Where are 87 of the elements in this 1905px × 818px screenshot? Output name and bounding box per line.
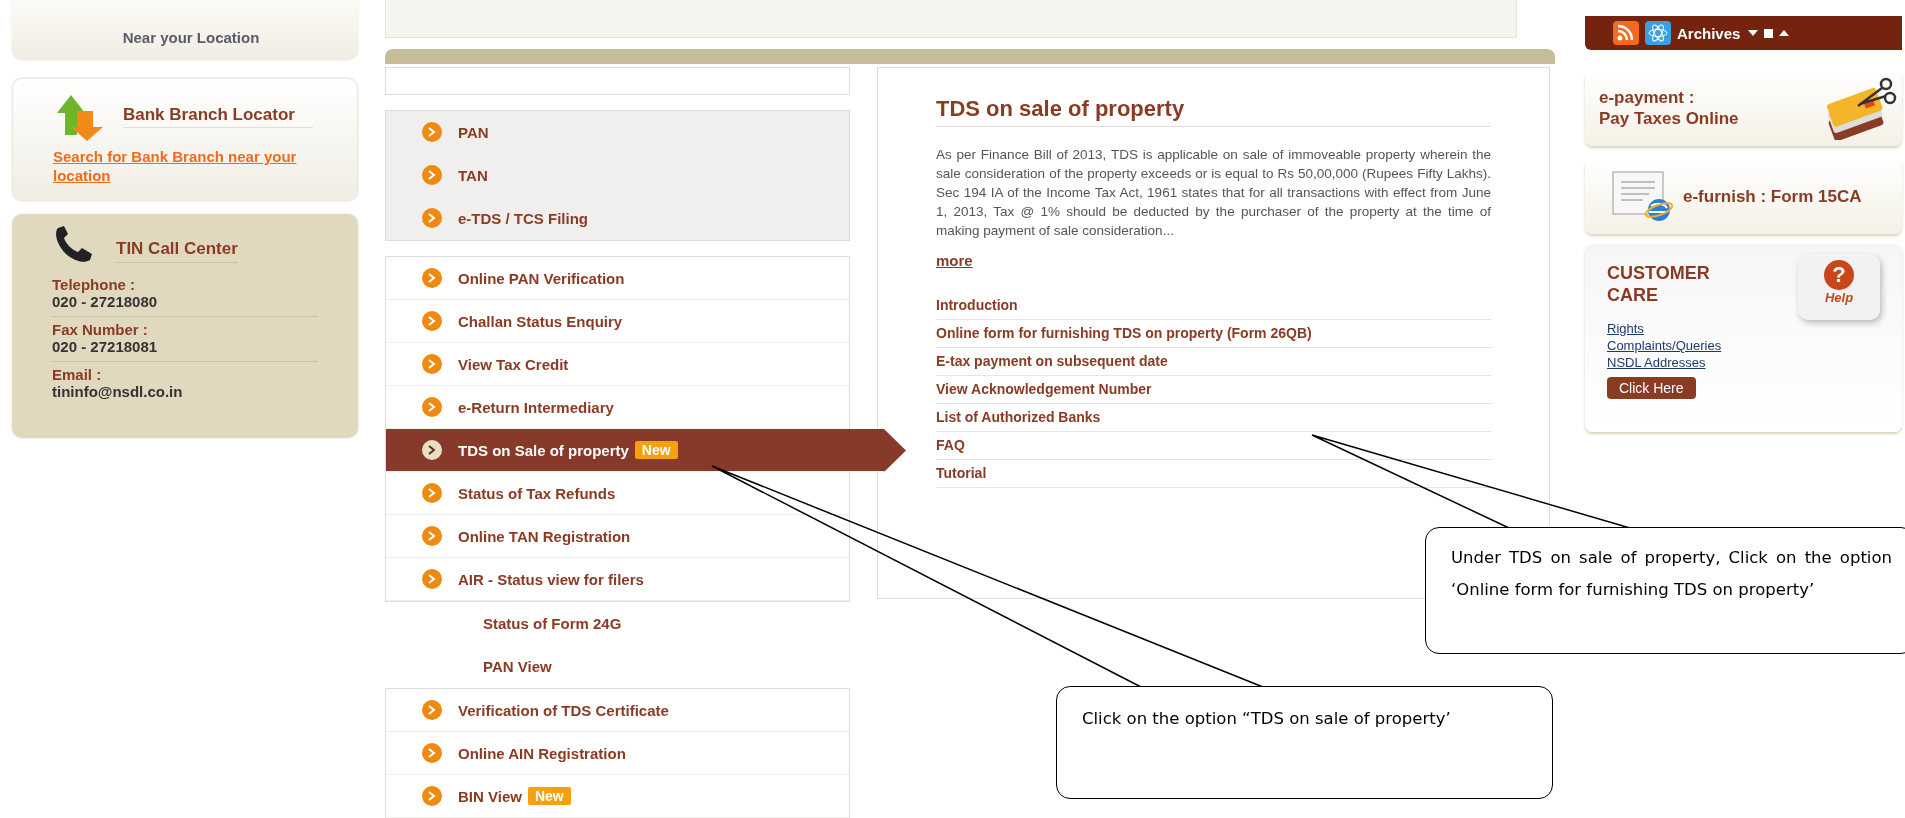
- chevron-bullet-icon: [420, 742, 444, 764]
- customer-care-link[interactable]: Complaints/Queries: [1607, 337, 1722, 354]
- menu-item[interactable]: AIR - Status view for filers: [386, 558, 849, 601]
- help-label: Help: [1824, 290, 1854, 305]
- square-icon: [1764, 28, 1774, 38]
- caret-up-icon: [1779, 29, 1790, 37]
- chevron-bullet-icon: [420, 396, 444, 418]
- option-link[interactable]: List of Authorized Banks: [936, 404, 1491, 432]
- banner-text: Pay Taxes Online: [1599, 108, 1739, 129]
- contact-value: tininfo@nsdl.co.in: [52, 383, 184, 400]
- efurnish-banner[interactable]: e-furnish : Form 15CA: [1585, 158, 1902, 234]
- chevron-bullet-icon: [420, 785, 444, 807]
- menu-item[interactable]: TDS on Sale of property New: [386, 429, 906, 472]
- section-title: TDS on sale of property: [936, 96, 1491, 127]
- customer-care-title: CUSTOMER CARE: [1607, 262, 1711, 307]
- menu-item[interactable]: Online AIN Registration: [386, 732, 849, 775]
- menu-item[interactable]: PAN View: [385, 645, 850, 688]
- menu-item-label: View Tax Credit: [458, 355, 569, 373]
- menu-item-label: AIR - Status view for filers: [458, 570, 644, 588]
- new-badge: New: [527, 787, 571, 805]
- option-link[interactable]: FAQ: [936, 432, 1491, 460]
- question-mark-icon: ?: [1824, 260, 1854, 290]
- menu-item-label: PAN View: [483, 658, 552, 675]
- contact-label: Fax Number :: [52, 321, 149, 338]
- description-paragraph: As per Finance Bill of 2013, TDS is applicable on sale of immoveable property wherein the sale consideration of the property exceeds or is equal to Rs 50,00,000 (Rupees Fifty Lakhs). Sec 194 IA of the Income Tax Act, 1961 states that for all transactions with effect from June 1, 2013, Tax @ 1% should be deducted by the purchaser of the property at the time of making payment of sale consideration...: [936, 146, 1491, 240]
- option-link[interactable]: Online form for furnishing TDS on property (Form 26QB): [936, 320, 1491, 348]
- menu-item-label: Status of Tax Refunds: [458, 484, 616, 502]
- chevron-bullet-icon: [420, 207, 444, 229]
- chevron-bullet-icon: [420, 353, 444, 375]
- new-badge: New: [634, 441, 678, 459]
- customer-care-link[interactable]: Rights: [1607, 320, 1644, 337]
- contact-value: 020 - 27218080: [52, 293, 159, 310]
- menu-item[interactable]: Challan Status Enquiry: [386, 300, 849, 343]
- menu-item[interactable]: Status of Tax Refunds: [386, 472, 849, 515]
- rss-icon: [1613, 21, 1639, 45]
- chevron-bullet-icon: [420, 267, 444, 289]
- chevron-bullet-icon: [420, 310, 444, 332]
- callout-box: Click on the option “TDS on sale of property’: [1056, 686, 1553, 799]
- chevron-bullet-icon: [420, 568, 444, 590]
- chevron-bullet-icon: [420, 699, 444, 721]
- menu-item-label: BIN View: [458, 787, 522, 805]
- card-text: Near your Location: [122, 29, 260, 46]
- menu-item-label: TDS on Sale of property: [458, 441, 629, 459]
- caret-down-icon: [1748, 29, 1759, 37]
- archives-link[interactable]: Archives: [1677, 24, 1741, 42]
- menu-item-label: Status of Form 24G: [483, 615, 622, 632]
- menu-item-label: PAN: [458, 123, 489, 141]
- chevron-bullet-icon: [420, 164, 444, 186]
- menu-item-label: Online TAN Registration: [458, 527, 631, 545]
- contact-label: Email :: [52, 366, 103, 383]
- menu-item[interactable]: Online PAN Verification: [386, 257, 849, 300]
- option-link[interactable]: E-tax payment on subsequent date: [936, 348, 1491, 376]
- menu-item-label: e-TDS / TCS Filing: [458, 209, 588, 227]
- menu-item[interactable]: Status of Form 24G: [385, 602, 850, 645]
- option-link[interactable]: Introduction: [936, 292, 1491, 320]
- banner-text: e-furnish : Form 15CA: [1683, 185, 1863, 207]
- menu-item[interactable]: TAN: [386, 154, 849, 197]
- click-here-button[interactable]: Click Here: [1607, 377, 1696, 399]
- epayment-banner[interactable]: e-payment : Pay Taxes Online: [1585, 70, 1902, 146]
- contact-label: Telephone :: [52, 276, 137, 293]
- option-link[interactable]: View Acknowledgement Number: [936, 376, 1491, 404]
- card-title: Bank Branch Locator: [123, 104, 313, 128]
- option-link[interactable]: Tutorial: [936, 460, 1491, 488]
- menu-item-label: Online AIN Registration: [458, 744, 626, 762]
- chevron-bullet-icon: [420, 525, 444, 547]
- menu-item[interactable]: PAN: [386, 111, 849, 154]
- menu-item-label: e-Return Intermediary: [458, 398, 614, 416]
- menu-item-label: Online PAN Verification: [458, 269, 625, 287]
- contact-value: 020 - 27218081: [52, 338, 159, 355]
- chevron-bullet-icon: [420, 439, 444, 461]
- banner-text: e-payment :: [1599, 87, 1696, 108]
- document-globe-icon: [1609, 168, 1675, 224]
- customer-care-link[interactable]: NSDL Addresses: [1607, 354, 1706, 371]
- menu-item-label: TAN: [458, 166, 488, 184]
- more-link[interactable]: more: [936, 252, 973, 269]
- menu-item-label: Challan Status Enquiry: [458, 312, 623, 330]
- card-title: TIN Call Center: [116, 239, 238, 263]
- chevron-bullet-icon: [420, 482, 444, 504]
- callout-box: Under TDS on sale of property, Click on the option ‘Online form for furnishing TDS on property’: [1425, 527, 1905, 654]
- menu-item[interactable]: e-TDS / TCS Filing: [386, 197, 849, 240]
- chevron-bullet-icon: [420, 121, 444, 143]
- menu-item[interactable]: View Tax Credit: [386, 343, 849, 386]
- menu-item[interactable]: Verification of TDS Certificate: [386, 689, 849, 732]
- menu-item[interactable]: Online TAN Registration: [386, 515, 849, 558]
- menu-item[interactable]: BIN View New: [386, 775, 849, 818]
- atom-icon: [1645, 21, 1671, 45]
- menu-item-label: Verification of TDS Certificate: [458, 701, 669, 719]
